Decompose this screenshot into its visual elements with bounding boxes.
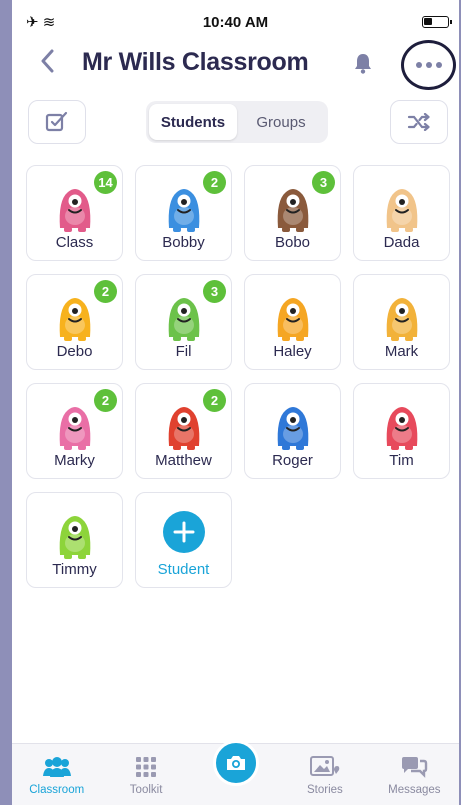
chevron-left-icon bbox=[41, 49, 54, 73]
monster-avatar-icon bbox=[49, 178, 101, 234]
nav-label: Toolkit bbox=[129, 784, 163, 796]
nav-camera[interactable] bbox=[191, 740, 280, 805]
student-name: Class bbox=[55, 234, 94, 251]
nav-toolkit[interactable]: Toolkit bbox=[101, 744, 190, 805]
student-name: Bobo bbox=[274, 234, 311, 251]
checkbox-icon bbox=[45, 111, 68, 132]
student-name: Tim bbox=[389, 452, 414, 469]
app-screen: ✈ ≋ 10:40 AM Mr Wills Classroom Students… bbox=[12, 0, 459, 805]
bottom-nav: Classroom Toolkit Stories Messages bbox=[12, 740, 459, 805]
camera-icon bbox=[212, 740, 259, 786]
monster-avatar-icon bbox=[267, 287, 319, 343]
student-name: Fil bbox=[175, 343, 192, 360]
messages-icon bbox=[400, 756, 428, 778]
random-button[interactable] bbox=[390, 100, 448, 144]
status-time: 10:40 AM bbox=[202, 14, 269, 31]
student-name: Mark bbox=[384, 343, 419, 360]
select-multiple-button[interactable] bbox=[28, 100, 86, 144]
nav-label: Classroom bbox=[29, 784, 85, 796]
monster-avatar-icon bbox=[267, 396, 319, 452]
toolbar: Students Groups bbox=[12, 100, 459, 146]
battery-icon bbox=[422, 16, 452, 28]
student-card[interactable]: Marky 2 bbox=[26, 383, 123, 479]
points-badge: 14 bbox=[94, 171, 117, 194]
monster-avatar-icon bbox=[158, 287, 210, 343]
student-card[interactable]: Bobby 2 bbox=[135, 165, 232, 261]
more-dot-icon bbox=[425, 62, 432, 68]
monster-avatar-icon bbox=[376, 178, 428, 234]
add-student-label: Student bbox=[157, 561, 210, 578]
notifications-button[interactable] bbox=[348, 50, 378, 76]
nav-classroom[interactable]: Classroom bbox=[12, 744, 101, 805]
nav-label: Stories bbox=[307, 784, 343, 796]
nav-messages[interactable]: Messages bbox=[370, 744, 459, 805]
monster-avatar-icon bbox=[49, 505, 101, 561]
student-card[interactable]: Fil 3 bbox=[135, 274, 232, 370]
status-bar: ✈ ≋ 10:40 AM bbox=[12, 0, 459, 36]
monster-avatar-icon bbox=[158, 396, 210, 452]
student-name: Dada bbox=[383, 234, 420, 251]
monster-avatar-icon bbox=[376, 396, 428, 452]
more-dot-icon bbox=[415, 62, 422, 68]
student-name: Haley bbox=[273, 343, 312, 360]
student-name: Matthew bbox=[155, 452, 212, 469]
student-name: Bobby bbox=[162, 234, 205, 251]
bell-icon bbox=[355, 54, 371, 74]
student-name: Debo bbox=[56, 343, 93, 360]
more-options-button[interactable] bbox=[401, 40, 456, 90]
tab-students[interactable]: Students bbox=[149, 104, 237, 140]
points-badge: 3 bbox=[203, 280, 226, 303]
nav-stories[interactable]: Stories bbox=[280, 744, 369, 805]
student-card[interactable]: Debo 2 bbox=[26, 274, 123, 370]
points-badge: 2 bbox=[94, 389, 117, 412]
student-card[interactable]: Roger bbox=[244, 383, 341, 479]
student-name: Timmy bbox=[52, 561, 97, 578]
plus-icon bbox=[162, 511, 205, 553]
points-badge: 2 bbox=[94, 280, 117, 303]
student-card[interactable]: Mark bbox=[353, 274, 450, 370]
back-button[interactable] bbox=[32, 44, 62, 78]
student-name: Marky bbox=[54, 452, 95, 469]
monster-avatar-icon bbox=[49, 287, 101, 343]
view-segmented-control: Students Groups bbox=[146, 101, 328, 143]
shuffle-icon bbox=[407, 113, 430, 131]
student-card[interactable]: Timmy bbox=[26, 492, 123, 588]
points-badge: 2 bbox=[203, 389, 226, 412]
student-name: Roger bbox=[272, 452, 313, 469]
points-badge: 3 bbox=[312, 171, 335, 194]
student-card[interactable]: Bobo 3 bbox=[244, 165, 341, 261]
student-card[interactable]: Class 14 bbox=[26, 165, 123, 261]
student-card[interactable]: Matthew 2 bbox=[135, 383, 232, 479]
nav-label: Messages bbox=[388, 784, 441, 796]
student-grid: Class 14 Bobby 2 Bobo 3 Dada Debo 2 Fil 3 Haley Mark… bbox=[26, 165, 454, 588]
more-dot-icon bbox=[435, 62, 442, 68]
add-student-button[interactable]: Student bbox=[135, 492, 232, 588]
stories-icon bbox=[309, 756, 340, 778]
monster-avatar-icon bbox=[158, 178, 210, 234]
monster-avatar-icon bbox=[376, 287, 428, 343]
monster-avatar-icon bbox=[267, 178, 319, 234]
student-card[interactable]: Haley bbox=[244, 274, 341, 370]
monster-avatar-icon bbox=[49, 396, 101, 452]
page-title: Mr Wills Classroom bbox=[82, 48, 309, 76]
classroom-icon bbox=[40, 756, 74, 778]
points-badge: 2 bbox=[203, 171, 226, 194]
student-card[interactable]: Dada bbox=[353, 165, 450, 261]
header: Mr Wills Classroom bbox=[12, 36, 459, 92]
toolkit-icon bbox=[135, 756, 157, 778]
tab-groups[interactable]: Groups bbox=[237, 104, 325, 140]
student-card[interactable]: Tim bbox=[353, 383, 450, 479]
